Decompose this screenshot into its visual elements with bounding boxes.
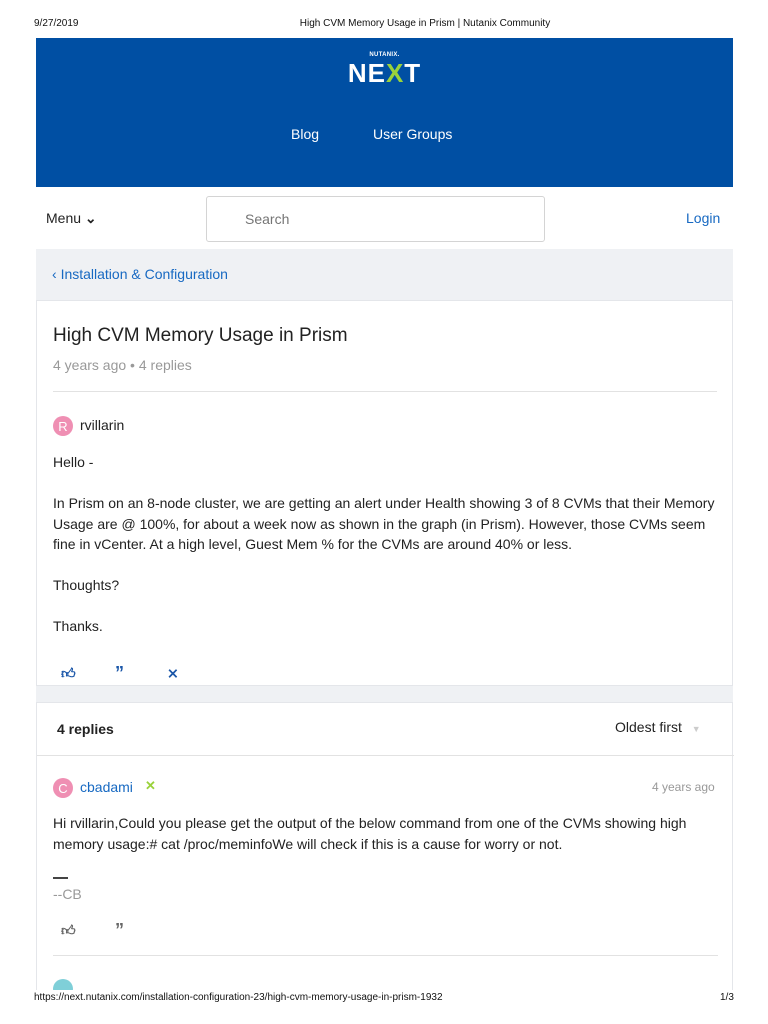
print-title: High CVM Memory Usage in Prism | Nutanix…	[299, 18, 551, 29]
print-footer: https://next.nutanix.com/installation-co…	[0, 990, 768, 1024]
signature-rule	[53, 877, 68, 879]
post-body: Hello - In Prism on an 8-node cluster, w…	[53, 454, 715, 634]
search-input[interactable]	[206, 196, 545, 242]
avatar[interactable]: R	[53, 416, 73, 436]
nav-blog[interactable]: Blog	[291, 126, 319, 142]
quote-icon[interactable]: ”	[115, 920, 124, 941]
menu-label: Menu	[46, 210, 82, 226]
breadcrumb[interactable]: ‹ Installation & Configuration	[52, 266, 228, 282]
shuffle-icon[interactable]: ⨯	[167, 665, 179, 682]
caret-down-icon: ▼	[691, 724, 701, 734]
replies-count: 4 replies	[57, 721, 114, 737]
like-icon[interactable]: 👍︎	[61, 922, 76, 939]
page-title: High CVM Memory Usage in Prism	[53, 325, 348, 346]
replies-section: 4 replies Oldest first ▼ C cbadami ✕ 4 y…	[36, 702, 734, 999]
print-url: https://next.nutanix.com/installation-co…	[34, 992, 443, 1003]
topic-post: High CVM Memory Usage in Prism 4 years a…	[36, 300, 733, 686]
sort-dropdown[interactable]: Oldest first ▼	[615, 717, 701, 740]
avatar[interactable]: C	[53, 778, 73, 798]
chevron-down-icon: ⌄	[84, 210, 97, 226]
sort-label: Oldest first	[615, 719, 682, 735]
author-link[interactable]: cbadami	[80, 777, 133, 798]
post-age: 4 years ago	[53, 357, 127, 373]
chevron-left-icon: ‹	[52, 266, 57, 282]
author-link[interactable]: rvillarin	[80, 415, 124, 436]
logo[interactable]: NEXT	[36, 58, 733, 89]
staff-badge-icon: ✕	[145, 778, 156, 793]
signature: --CB	[53, 886, 82, 902]
reply-body: Hi rvillarin,Could you please get the ou…	[53, 815, 687, 852]
quote-icon[interactable]: ”	[115, 663, 124, 684]
like-icon[interactable]: 👍︎	[61, 665, 76, 682]
separator	[36, 686, 733, 702]
reply-time: 4 years ago	[652, 780, 715, 794]
menu-button[interactable]: Menu ⌄	[46, 210, 97, 227]
topic-meta: 4 years ago • 4 replies	[53, 357, 192, 373]
post-reply-count: 4 replies	[138, 357, 192, 373]
login-link[interactable]: Login	[686, 210, 720, 226]
breadcrumb-label: Installation & Configuration	[60, 266, 228, 282]
site-header: NUTANIX. NEXT Blog User Groups	[36, 38, 733, 187]
nav-user-groups[interactable]: User Groups	[373, 126, 452, 142]
print-page: 1/3	[720, 992, 734, 1003]
